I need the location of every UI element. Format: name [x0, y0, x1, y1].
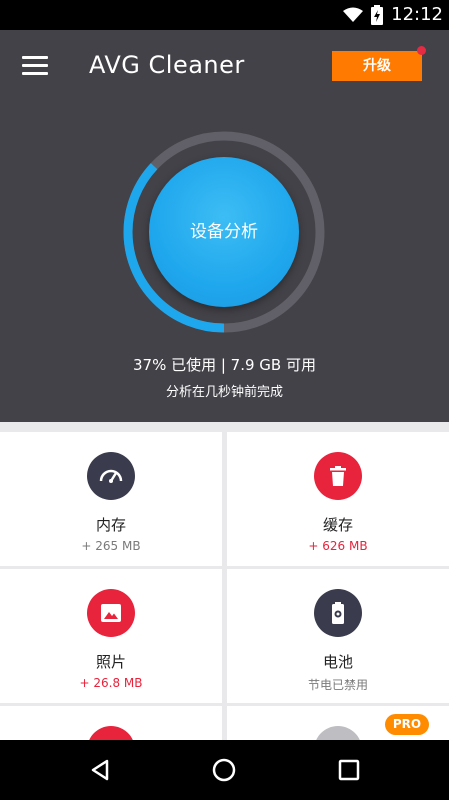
app-title: AVG Cleaner — [89, 51, 245, 79]
analyze-device-button[interactable]: 设备分析 — [149, 157, 299, 307]
menu-icon[interactable] — [22, 56, 48, 76]
card-label: 照片 — [95, 653, 126, 671]
pro-badge: PRO — [385, 714, 429, 735]
header-panel: AVG Cleaner 升级 设备分析 37% 已使用 | 7.9 GB 可用 … — [0, 30, 449, 422]
card-label: 内存 — [95, 516, 126, 534]
battery-card[interactable]: 电池 节电已禁用 — [227, 569, 449, 703]
gauge-icon — [87, 452, 135, 500]
image-icon — [87, 589, 135, 637]
navigation-bar — [0, 740, 449, 800]
battery-charging-icon — [371, 5, 384, 25]
memory-card[interactable]: 内存 + 265 MB — [0, 432, 222, 566]
card-sub: + 626 MB — [308, 539, 368, 553]
card-label: 电池 — [322, 653, 353, 671]
recents-icon[interactable] — [334, 755, 364, 785]
card-label: 缓存 — [322, 516, 353, 534]
card-sub: 节电已禁用 — [307, 678, 368, 692]
home-icon[interactable] — [209, 755, 239, 785]
battery-gear-icon — [314, 589, 362, 637]
cache-card[interactable]: 缓存 + 626 MB — [227, 432, 449, 566]
storage-usage-text: 37% 已使用 | 7.9 GB 可用 — [132, 356, 316, 374]
status-bar: 12:12 — [0, 0, 449, 30]
card-sub: + 26.8 MB — [79, 676, 143, 690]
back-icon[interactable] — [85, 755, 115, 785]
notification-dot — [417, 46, 426, 55]
feature-card-partial[interactable] — [0, 706, 222, 774]
card-sub: + 265 MB — [81, 539, 141, 553]
trash-icon — [314, 452, 362, 500]
analysis-status-text: 分析在几秒钟前完成 — [165, 385, 283, 400]
wifi-icon — [343, 7, 364, 23]
photos-card[interactable]: 照片 + 26.8 MB — [0, 569, 222, 703]
upgrade-button[interactable]: 升级 — [332, 51, 422, 81]
clock: 12:12 — [391, 4, 443, 25]
feature-grid: 内存 + 265 MB 缓存 + 626 MB 照片 + 26.8 MB 电池 … — [0, 422, 449, 774]
